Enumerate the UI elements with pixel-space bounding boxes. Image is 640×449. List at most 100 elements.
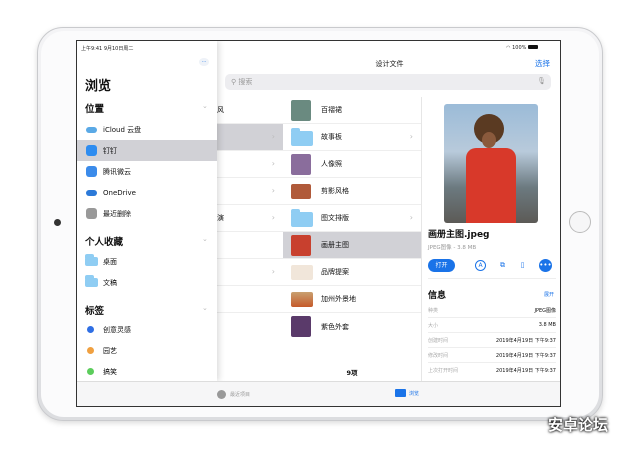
info-key: 修改时间 [428, 352, 449, 359]
favorites-header[interactable]: 个人收藏 [85, 234, 123, 248]
file-name: 紫色外套 [321, 322, 349, 331]
chevron-down-icon[interactable]: ⌄ [202, 235, 208, 243]
tag-dot-icon [87, 326, 94, 333]
folder-row[interactable]: 图文排版 › [283, 205, 421, 232]
file-name: 百褶裙 [321, 106, 342, 114]
image-thumbnail [291, 154, 311, 175]
file-row[interactable]: 人像照 [283, 151, 421, 178]
info-key: 创建时间 [428, 337, 449, 344]
item-label: 风 [217, 106, 224, 114]
expand-link[interactable]: 展开 [544, 291, 554, 298]
tab-label: 浏览 [409, 390, 420, 397]
image-thumbnail [291, 184, 311, 199]
home-button[interactable] [569, 211, 591, 233]
list-item[interactable] [217, 232, 283, 259]
battery-icon [528, 45, 538, 49]
info-row: 大小 3.8 MB [428, 318, 556, 333]
select-button[interactable]: 选择 [535, 58, 550, 69]
microphone-icon[interactable]: 🎙 [537, 77, 546, 85]
detail-pane: 画册主图.jpeg JPEG图像 - 3.8 MB 打开 A ⧉ ▯ ••• 信… [421, 97, 560, 381]
onedrive-icon [86, 190, 97, 196]
chevron-down-icon[interactable]: ⌄ [202, 102, 208, 110]
sidebar-item-label: 创意灵感 [103, 325, 131, 334]
chevron-right-icon: › [271, 159, 275, 168]
file-meta: JPEG图像 - 3.8 MB [428, 245, 477, 251]
share-icon[interactable]: ⧉ [497, 260, 508, 271]
sidebar-item-documents[interactable]: 文稿 [77, 272, 217, 293]
sidebar-title: 浏览 [85, 79, 112, 94]
folder-icon [85, 254, 98, 266]
list-item[interactable]: 风 [217, 97, 283, 124]
file-row-selected[interactable]: 画册主图 [283, 232, 421, 259]
tab-browse[interactable]: 浏览 [395, 389, 419, 397]
sidebar-item-weiyun[interactable]: 腾讯微云 [77, 161, 217, 182]
file-name: 加州外景地 [321, 295, 356, 303]
sidebar-item-label: 搞笑 [103, 367, 117, 376]
tags-header[interactable]: 标签 [85, 303, 104, 317]
info-key: 大小 [428, 322, 439, 329]
document-icon[interactable]: ▯ [517, 260, 528, 271]
files-app-screen: ◠ 100% 设计文件 选择 ⚲ 搜索 🎙 风 › › › 演 › › 百褶裙 故事… [76, 40, 561, 407]
info-key: 上次打开时间 [428, 368, 459, 374]
list-item[interactable]: › [217, 151, 283, 178]
search-placeholder: 搜索 [238, 78, 253, 86]
sidebar-item-label: iCloud 云盘 [103, 125, 142, 134]
chevron-right-icon: › [271, 267, 275, 276]
file-row[interactable]: 百褶裙 [283, 97, 421, 124]
sidebar-item-label: OneDrive [103, 188, 136, 197]
image-thumbnail [291, 100, 311, 121]
file-row[interactable]: 加州外景地 [283, 286, 421, 313]
sidebar-tag[interactable]: 园艺 [77, 340, 217, 361]
info-row: 创建时间 2019年4月19日 下午9:37 [428, 333, 556, 348]
image-thumbnail [291, 235, 311, 256]
list-item[interactable]: › [217, 124, 283, 151]
tab-recents[interactable]: 最近项目 [217, 390, 250, 399]
cloud-icon [86, 127, 97, 133]
sidebar-item-dingtalk[interactable]: 钉钉 [77, 140, 217, 161]
file-row[interactable]: 剪影风格 [283, 178, 421, 205]
file-name: 故事板 [321, 133, 342, 141]
sidebar-item-label: 钉钉 [103, 146, 117, 155]
more-icon[interactable]: ••• [539, 259, 552, 272]
battery-text: 100% [512, 45, 527, 51]
sidebar-tag[interactable]: 创意灵感 [77, 319, 217, 340]
markup-icon[interactable]: A [475, 260, 486, 271]
status-time-date: 上午9:41 9月10日周二 [81, 46, 134, 52]
image-preview[interactable] [444, 104, 538, 223]
folder-row[interactable]: 故事板 › [283, 124, 421, 151]
file-row[interactable]: 紫色外套 [283, 313, 421, 340]
open-button[interactable]: 打开 [428, 259, 455, 272]
image-thumbnail [291, 265, 313, 280]
sidebar-item-desktop[interactable]: 桌面 [77, 251, 217, 272]
info-value: JPEG图像 [534, 307, 556, 314]
info-key: 种类 [428, 307, 439, 314]
file-name: 剪影风格 [321, 187, 349, 195]
tab-label: 最近项目 [230, 392, 251, 398]
tag-dot-icon [87, 347, 94, 354]
list-item[interactable] [217, 286, 283, 313]
sidebar: 上午9:41 9月10日周二 ··· 浏览 位置 ⌄ iCloud 云盘 钉钉 … [77, 41, 217, 381]
ellipsis-icon[interactable]: ··· [199, 58, 209, 66]
file-row[interactable]: 品牌提案 [283, 259, 421, 286]
chevron-right-icon: › [409, 213, 413, 222]
search-input[interactable]: ⚲ 搜索 🎙 [225, 74, 551, 90]
info-value: 2019年4月19日 下午9:37 [495, 352, 556, 359]
front-camera [54, 219, 61, 226]
list-item[interactable]: › [217, 259, 283, 286]
image-thumbnail [291, 292, 313, 307]
sidebar-item-recently-deleted[interactable]: 最近删除 [77, 203, 217, 224]
list-item[interactable]: 演 › [217, 205, 283, 232]
folder-icon [395, 389, 406, 397]
sidebar-item-icloud[interactable]: iCloud 云盘 [77, 119, 217, 140]
weiyun-icon [86, 166, 97, 177]
chevron-right-icon: › [271, 186, 275, 195]
trash-icon [86, 208, 97, 219]
locations-header[interactable]: 位置 [85, 101, 104, 115]
file-name: 人像照 [321, 160, 342, 168]
info-value: 2019年4月19日 下午9:37 [495, 368, 556, 374]
list-item[interactable]: › [217, 178, 283, 205]
sidebar-item-onedrive[interactable]: OneDrive [77, 182, 217, 203]
info-row: 修改时间 2019年4月19日 下午9:37 [428, 348, 556, 363]
sidebar-tag[interactable]: 搞笑 [77, 361, 217, 382]
chevron-down-icon[interactable]: ⌄ [202, 304, 208, 312]
